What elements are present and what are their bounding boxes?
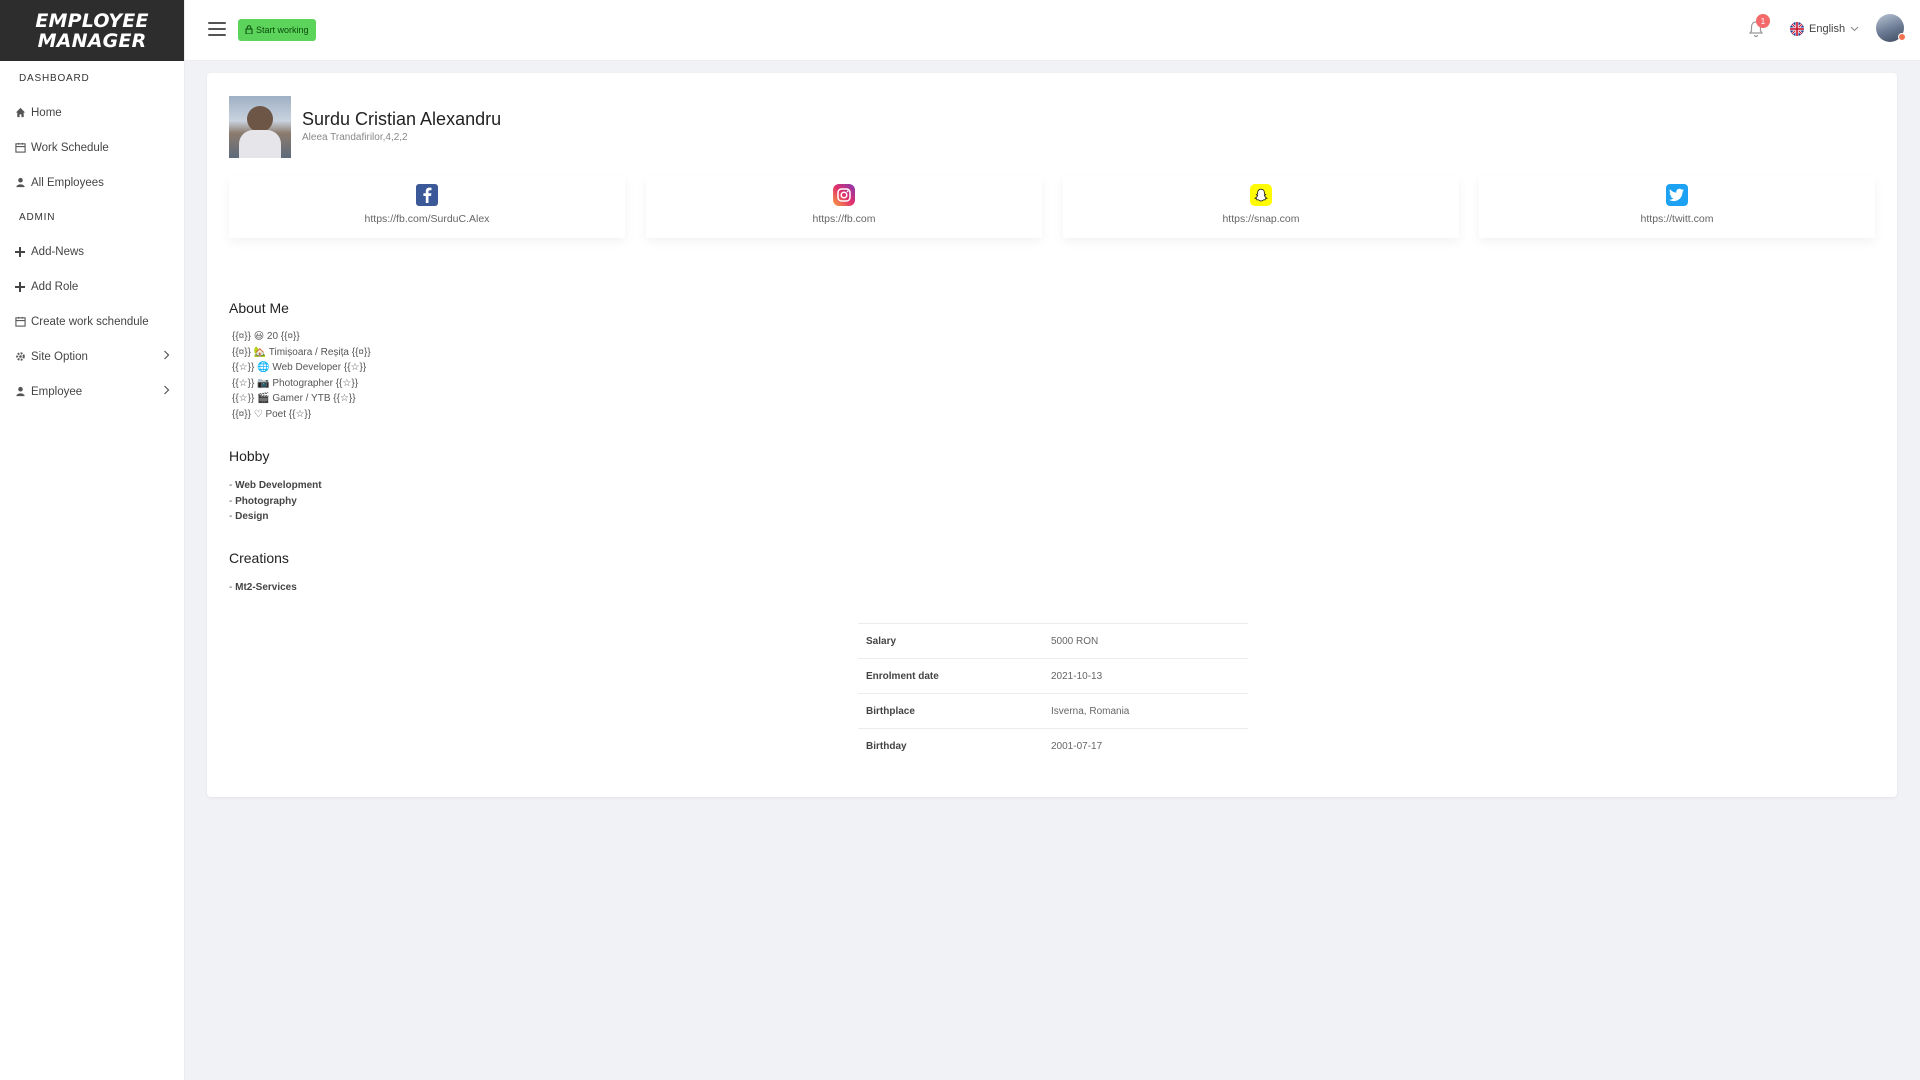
start-working-label: Start working [256,25,309,35]
social-card-instagram[interactable]: https://fb.com [646,176,1042,238]
list-item: {{☆}} 🎬 Gamer / YTB {{☆}} [232,393,356,404]
sidebar: EMPLOYEE MANAGER DASHBOARD Home Work Sch… [0,0,185,1080]
sidebar-item-add-role[interactable]: Add Role [0,269,184,304]
brand-line-1: EMPLOYEE [35,9,149,32]
sidebar-item-label: Employee [31,385,83,398]
info-value: 2001-07-17 [1051,740,1103,752]
social-links: https://fb.com/SurduC.Alex https://fb.co… [229,176,1875,238]
list-item: - Photography [229,495,297,507]
snapchat-icon [1250,184,1272,206]
sidebar-item-label: Work Schedule [31,141,109,154]
info-value: Isverna, Romania [1051,705,1130,717]
language-selector[interactable]: English [1790,19,1859,39]
start-working-button[interactable]: Start working [238,19,316,41]
top-bar: Start working 1 English [185,0,1920,61]
nav-section-admin: ADMIN [19,211,56,223]
brand-line-2: MANAGER [37,29,147,52]
status-dot [1898,33,1906,41]
social-card-twitter[interactable]: https://twitt.com [1479,176,1875,238]
info-value: 2021-10-13 [1051,670,1103,682]
list-item: - Mt2-Services [229,582,297,593]
table-row: Birthday 2001-07-17 [858,728,1248,764]
sidebar-item-work-schedule[interactable]: Work Schedule [0,130,184,165]
list-item: {{☆}} 📷 Photographer {{☆}} [232,377,359,389]
chevron-right-icon [163,385,170,398]
calendar-icon [14,142,26,154]
brand-logo[interactable]: EMPLOYEE MANAGER [0,0,184,61]
language-label: English [1809,23,1846,35]
table-row: Salary 5000 RON [858,623,1248,659]
social-url: https://fb.com/SurduC.Alex [364,213,490,225]
sidebar-item-site-option[interactable]: Site Option [0,339,184,374]
gear-icon [14,351,26,363]
creations-title: Creations [229,550,289,566]
plus-icon [14,246,26,258]
sidebar-item-home[interactable]: Home [0,95,184,130]
sidebar-item-employee[interactable]: Employee [0,374,184,409]
list-item: {{☆}} 🌐 Web Developer {{☆}} [232,362,367,373]
notification-badge: 1 [1756,14,1770,28]
about-me-list: {{¤}} 😃 20 {{¤}} {{¤}} 🏡 Timișoara / Reș… [232,329,371,422]
sidebar-item-label: Add-News [31,245,85,258]
list-item: {{¤}} ♡ Poet {{☆}} [232,408,312,420]
list-item: - Web Development [229,480,322,491]
social-url: https://snap.com [1222,213,1300,225]
profile-address: Aleea Trandafirilor,4,2,2 [302,132,408,143]
sidebar-item-add-news[interactable]: Add-News [0,234,184,269]
info-key: Salary [866,635,897,647]
info-key: Birthplace [866,705,915,717]
uk-flag-icon [1790,22,1804,36]
home-icon [14,107,26,119]
list-item: - Design [229,511,269,522]
sidebar-item-label: Site Option [31,350,88,363]
chevron-down-icon [1850,23,1859,35]
social-card-facebook[interactable]: https://fb.com/SurduC.Alex [229,176,625,238]
sidebar-item-label: All Employees [31,176,104,189]
table-row: Enrolment date 2021-10-13 [858,658,1248,694]
instagram-icon [833,184,855,206]
info-key: Enrolment date [866,670,939,682]
profile-name: Surdu Cristian Alexandru [302,109,502,129]
list-item: {{¤}} 🏡 Timișoara / Reșița {{¤}} [232,346,371,358]
profile-card: Surdu Cristian Alexandru Aleea Trandafir… [207,73,1897,797]
calendar-icon [14,316,26,328]
hobby-title: Hobby [229,448,270,464]
social-url: https://fb.com [812,213,876,225]
info-key: Birthday [866,740,907,752]
user-icon [14,177,26,189]
sidebar-item-label: Add Role [31,280,79,293]
sidebar-item-create-work-schedule[interactable]: Create work schendule [0,304,184,339]
facebook-icon [416,184,438,206]
creations-list: - Mt2-Services [229,580,297,596]
nav-section-dashboard: DASHBOARD [19,72,90,84]
plus-icon [14,281,26,293]
employee-info-table: Salary 5000 RON Enrolment date 2021-10-1… [858,623,1248,764]
sidebar-item-all-employees[interactable]: All Employees [0,165,184,200]
profile-photo [229,96,291,158]
info-value: 5000 RON [1051,635,1099,647]
social-card-snapchat[interactable]: https://snap.com [1063,176,1459,238]
table-row: Birthplace Isverna, Romania [858,693,1248,729]
hobby-list: - Web Development - Photography - Design [229,478,322,525]
sidebar-item-label: Create work schendule [31,315,149,328]
user-icon [14,386,26,398]
menu-toggle-icon[interactable] [208,22,226,36]
twitter-icon [1666,184,1688,206]
social-url: https://twitt.com [1640,213,1714,225]
chevron-right-icon [163,350,170,363]
lock-icon [245,24,253,36]
list-item: {{¤}} 😃 20 {{¤}} [232,331,300,342]
about-me-title: About Me [229,300,289,316]
sidebar-item-label: Home [31,106,62,119]
